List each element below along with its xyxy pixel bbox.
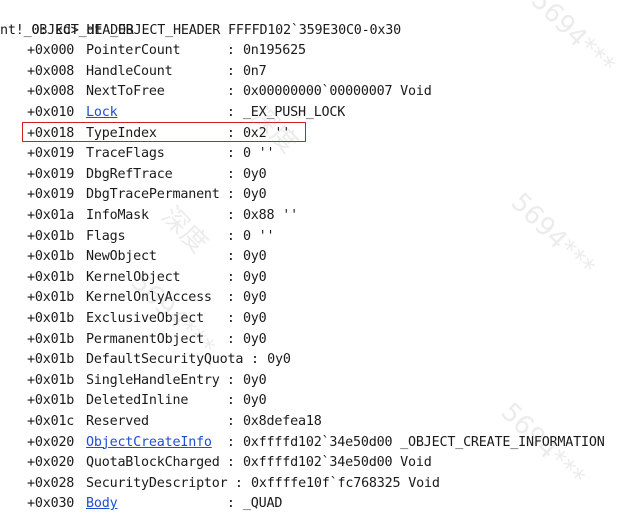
- field-name: DbgRefTrace: [86, 166, 173, 182]
- field-name: SingleHandleEntry: [86, 372, 220, 388]
- field-separator: :: [226, 208, 235, 223]
- field-value: 0xffffe10f`fc768325 Void: [251, 475, 440, 491]
- field-value: 0y0: [242, 269, 267, 285]
- field-value: 0y0: [242, 166, 267, 182]
- field-separator: :: [226, 228, 235, 244]
- field-offset: +0x01b: [27, 352, 75, 368]
- command-line: 0: kd> dt _OBJECT_HEADER FFFFD102`359E30…: [0, 0, 401, 38]
- field-name-link[interactable]: ObjectCreateInfo: [86, 433, 212, 454]
- watermark-cjk: 深度: [155, 201, 214, 260]
- field-name: KernelObject: [86, 269, 181, 285]
- field-value: 0y0: [242, 187, 267, 203]
- field-separator: :: [226, 331, 235, 347]
- field-name: Reserved: [86, 414, 149, 429]
- field-offset: +0x019: [27, 187, 75, 203]
- field-value: 0y0: [242, 311, 267, 326]
- field-separator: :: [226, 63, 235, 79]
- field-separator: :: [226, 414, 235, 429]
- field-separator: :: [226, 393, 235, 409]
- field-name: TraceFlags: [86, 146, 165, 162]
- field-value: 0y0: [242, 372, 267, 388]
- field-offset: +0x019: [27, 166, 75, 182]
- debugger-output-window: 0: kd> dt _OBJECT_HEADER FFFFD102`359E30…: [0, 0, 623, 517]
- field-offset: +0x020: [27, 434, 75, 450]
- watermark: 5694***: [504, 187, 601, 283]
- field-offset: +0x01c: [27, 414, 75, 429]
- field-name: DbgTracePermanent: [86, 187, 220, 203]
- field-offset: +0x028: [27, 475, 75, 491]
- field-name: NextToFree: [86, 84, 165, 100]
- type-header: nt!_OBJECT_HEADER: [0, 22, 134, 38]
- field-separator: :: [226, 249, 235, 265]
- field-separator: :: [234, 475, 243, 491]
- watermark: 5694***: [524, 0, 621, 81]
- field-name: SecurityDescriptor: [86, 475, 228, 491]
- field-offset: +0x019: [27, 146, 75, 162]
- field-offset: +0x01b: [27, 311, 75, 326]
- field-offset: +0x01b: [27, 372, 75, 388]
- field-name: DefaultSecurityQuota: [86, 352, 244, 368]
- field-offset: +0x010: [27, 105, 75, 120]
- field-separator: :: [226, 187, 235, 203]
- field-value: _QUAD: [242, 496, 283, 512]
- field-offset: +0x01b: [27, 269, 75, 285]
- field-offset: +0x01b: [27, 331, 75, 347]
- field-value: 0y0: [242, 331, 267, 347]
- field-offset: +0x01b: [27, 393, 75, 409]
- field-value: 0 '': [242, 146, 275, 162]
- field-name: PointerCount: [86, 43, 181, 59]
- field-name: PermanentObject: [86, 331, 204, 347]
- field-separator: :: [226, 84, 235, 100]
- field-name: KernelOnlyAccess: [86, 290, 212, 306]
- field-separator: :: [226, 290, 235, 306]
- field-name: InfoMask: [86, 208, 149, 223]
- field-value: 0x88 '': [242, 208, 298, 223]
- field-value: 0n195625: [242, 43, 306, 59]
- field-value: 0x00000000`00000007 Void: [242, 84, 432, 100]
- field-value: 0y0: [242, 290, 267, 306]
- field-value: 0y0: [267, 352, 291, 368]
- field-separator: :: [251, 352, 259, 368]
- field-name-link[interactable]: Lock: [86, 103, 118, 124]
- field-separator: :: [226, 311, 235, 326]
- field-offset: +0x030: [27, 496, 75, 512]
- field-value: 0xffffd102`34e50d00 Void: [242, 455, 432, 471]
- field-separator: :: [226, 269, 235, 285]
- field-value: 0n7: [242, 63, 267, 79]
- field-offset: +0x01b: [27, 249, 75, 265]
- field-offset: +0x01b: [27, 228, 75, 244]
- field-offset: +0x020: [27, 455, 75, 471]
- field-separator: :: [226, 372, 235, 388]
- field-offset: +0x01b: [27, 290, 75, 306]
- field-name-link[interactable]: Body: [86, 494, 118, 515]
- field-offset: +0x008: [27, 63, 75, 79]
- field-value: 0y0: [242, 249, 267, 265]
- field-separator: :: [226, 455, 235, 471]
- field-separator: :: [226, 43, 235, 59]
- field-separator: :: [226, 166, 235, 182]
- field-offset: +0x008: [27, 84, 75, 100]
- field-value: 0y0: [242, 393, 267, 409]
- field-separator: :: [226, 496, 235, 512]
- field-name: ExclusiveObject: [86, 311, 204, 326]
- field-offset: +0x000: [27, 43, 75, 59]
- field-name: NewObject: [86, 249, 157, 265]
- field-value: 0xffffd102`34e50d00 _OBJECT_CREATE_INFOR…: [242, 434, 605, 450]
- field-separator: :: [226, 434, 235, 450]
- field-offset: +0x01a: [27, 208, 75, 223]
- field-value: 0x8defea18: [242, 414, 322, 429]
- field-name: QuotaBlockCharged: [86, 455, 220, 471]
- field-value: 0 '': [242, 228, 275, 244]
- field-separator: :: [226, 105, 235, 120]
- field-name: Flags: [86, 228, 126, 244]
- field-value: _EX_PUSH_LOCK: [242, 105, 346, 120]
- field-separator: :: [226, 146, 235, 162]
- field-name: HandleCount: [86, 63, 173, 79]
- field-name: DeletedInline: [86, 393, 189, 409]
- typeindex-highlight-box: [22, 122, 306, 142]
